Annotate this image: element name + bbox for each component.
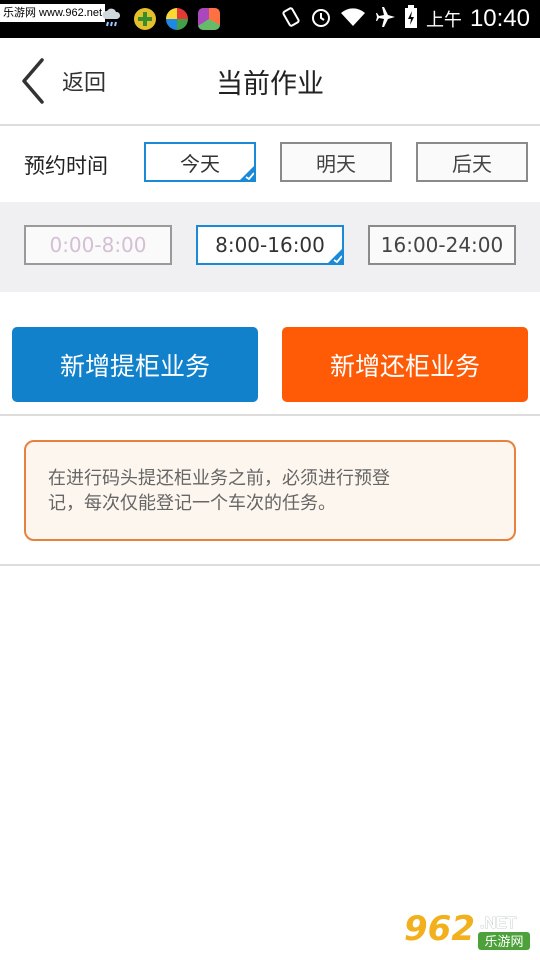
selected-check-icon xyxy=(240,166,254,180)
time-slot-0-8[interactable]: 0:00-8:00 xyxy=(24,225,172,265)
color-app-icon xyxy=(166,8,188,30)
time-slot-row: 0:00-8:00 8:00-16:00 16:00-24:00 xyxy=(0,202,540,292)
alarm-icon xyxy=(310,6,332,32)
watermark-text: 乐游网 www.962.net xyxy=(0,4,106,22)
game-icon xyxy=(134,8,156,30)
date-option-label: 今天 xyxy=(180,151,220,176)
status-bar-app-icons xyxy=(100,0,220,38)
status-bar-system: 上午 10:40 xyxy=(280,0,530,38)
colorful-app-icon xyxy=(198,8,220,30)
logo-main-text: 962 xyxy=(404,909,475,949)
date-option-day-after[interactable]: 后天 xyxy=(416,142,528,182)
airplane-icon xyxy=(374,6,396,32)
add-return-container-button[interactable]: 新增还柜业务 xyxy=(282,327,528,402)
appointment-time-label: 预约时间 xyxy=(24,154,108,178)
site-logo: 962 .NET 乐游网 xyxy=(403,908,530,950)
selected-check-icon xyxy=(328,249,342,263)
notice-text-line-2: 记，每次仅能登记一个车次的任务。 xyxy=(48,493,336,514)
status-bar: 乐游网 www.962.net 上午 10:40 xyxy=(0,0,540,38)
page-title: 当前作业 xyxy=(216,69,324,100)
add-pickup-container-button[interactable]: 新增提柜业务 xyxy=(12,327,258,402)
notice-divider xyxy=(0,564,540,566)
time-slot-label: 0:00-8:00 xyxy=(49,233,147,257)
notice-box: 在进行码头提还柜业务之前，必须进行预登 记，每次仅能登记一个车次的任务。 xyxy=(24,440,516,541)
date-option-tomorrow[interactable]: 明天 xyxy=(280,142,392,182)
logo-sub-text: 乐游网 xyxy=(484,935,523,950)
time-slot-16-24[interactable]: 16:00-24:00 xyxy=(368,225,516,265)
weather-icon xyxy=(100,5,124,33)
battery-icon xyxy=(404,5,418,33)
app-header: 返回 当前作业 xyxy=(0,38,540,124)
status-ampm: 上午 xyxy=(425,10,462,31)
date-option-today[interactable]: 今天 xyxy=(144,142,256,182)
time-slot-8-16[interactable]: 8:00-16:00 xyxy=(196,225,344,265)
date-option-label: 明天 xyxy=(316,151,356,176)
status-time: 10:40 xyxy=(469,5,530,32)
date-option-label: 后天 xyxy=(452,151,492,176)
time-slot-label: 8:00-16:00 xyxy=(215,233,325,257)
notice-text-line-1: 在进行码头提还柜业务之前，必须进行预登 xyxy=(48,468,390,489)
rotate-icon xyxy=(280,6,302,32)
actions-divider xyxy=(0,414,540,416)
logo-suffix-text: .NET xyxy=(480,915,517,932)
time-slot-label: 16:00-24:00 xyxy=(380,233,504,257)
date-selector-row: 预约时间 今天 明天 后天 xyxy=(0,126,540,202)
wifi-icon xyxy=(340,6,366,32)
